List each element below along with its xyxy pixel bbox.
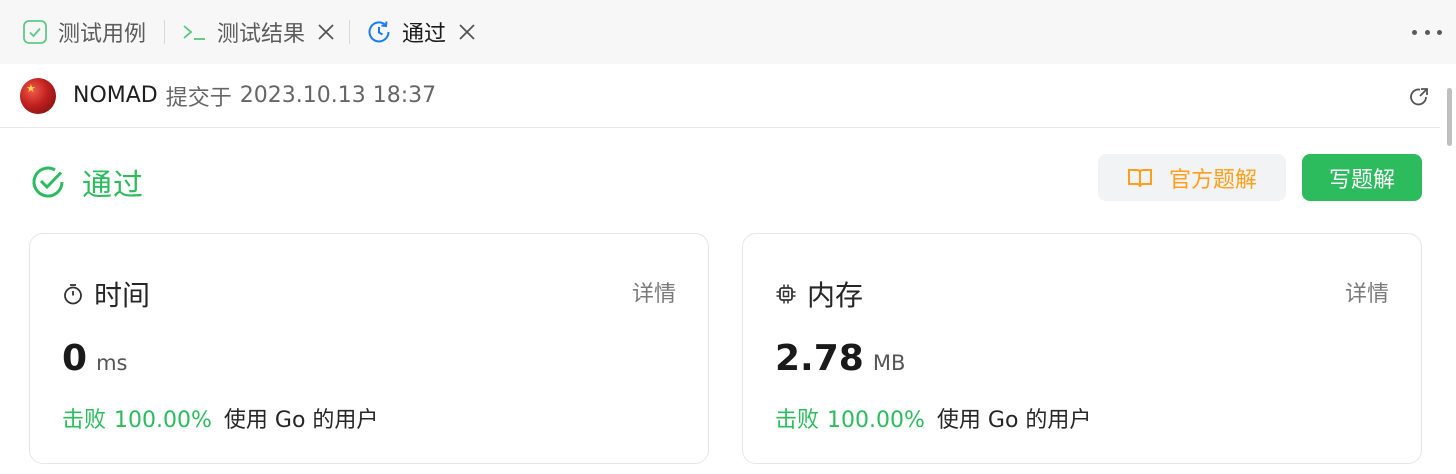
runtime-value: 0	[62, 338, 88, 379]
panel-tab-bar: 测试用例 测试结果 通过	[0, 0, 1456, 64]
beat-label: 击败	[775, 408, 820, 433]
stopwatch-icon	[64, 284, 82, 305]
beat-percent: 100.00%	[827, 408, 925, 433]
submission-status: 通过	[30, 160, 144, 204]
clock-refresh-icon	[368, 21, 390, 43]
book-icon	[1127, 168, 1152, 187]
check-circle-icon	[32, 166, 64, 198]
memory-value-row: 2.78 MB	[775, 338, 905, 379]
checkbox-icon	[23, 20, 47, 44]
card-title: 内存	[807, 279, 864, 312]
runtime-card[interactable]: 时间 详情 0 ms 击败 100.00% 使用 Go 的用户	[29, 233, 709, 464]
memory-card[interactable]: 内存 详情 2.78 MB 击败 100.00% 使用 Go 的用户	[742, 233, 1422, 464]
scrollbar[interactable]	[1447, 88, 1452, 146]
tab-divider	[164, 20, 166, 44]
avatar[interactable]	[20, 77, 56, 114]
tab-label: 测试用例	[58, 22, 147, 47]
submitted-label: 提交于	[165, 85, 232, 111]
card-header: 内存	[775, 274, 863, 314]
tab-label: 通过	[402, 22, 447, 47]
runtime-beats: 击败 100.00% 使用 Go 的用户	[62, 402, 378, 434]
official-solution-label: 官方题解	[1168, 167, 1257, 193]
close-icon[interactable]	[315, 21, 337, 43]
status-text: 通过	[82, 168, 144, 203]
beat-percent: 100.00%	[114, 408, 212, 433]
card-header: 时间	[62, 274, 150, 314]
chip-icon	[776, 284, 796, 304]
username[interactable]: NOMAD	[73, 83, 158, 108]
tab-divider	[349, 20, 351, 44]
memory-value: 2.78	[775, 338, 864, 379]
write-solution-button[interactable]: 写题解	[1302, 154, 1422, 201]
terminal-icon	[183, 25, 206, 40]
beat-label: 击败	[62, 408, 107, 433]
tab-test-cases[interactable]: 测试用例	[22, 0, 146, 64]
close-icon[interactable]	[456, 21, 478, 43]
tab-test-results[interactable]: 测试结果	[181, 0, 337, 64]
details-link[interactable]: 详情	[1345, 276, 1389, 308]
memory-beats: 击败 100.00% 使用 Go 的用户	[775, 402, 1091, 434]
official-solution-button[interactable]: 官方题解	[1098, 154, 1286, 201]
card-title: 时间	[94, 279, 151, 312]
write-solution-label: 写题解	[1328, 167, 1395, 193]
beat-suffix: 使用 Go 的用户	[936, 408, 1092, 433]
beat-suffix: 使用 Go 的用户	[223, 408, 379, 433]
tab-submission-result[interactable]: 通过	[366, 0, 478, 64]
details-link[interactable]: 详情	[632, 276, 676, 308]
more-options-icon[interactable]	[1412, 21, 1442, 43]
share-icon[interactable]	[1408, 86, 1430, 108]
runtime-value-row: 0 ms	[62, 338, 127, 379]
submission-info-row: NOMAD 提交于 2023.10.13 18:37	[0, 64, 1440, 128]
submission-time: 2023.10.13 18:37	[239, 83, 437, 108]
memory-unit: MB	[872, 351, 906, 375]
tab-label: 测试结果	[217, 22, 306, 47]
runtime-unit: ms	[96, 351, 128, 375]
